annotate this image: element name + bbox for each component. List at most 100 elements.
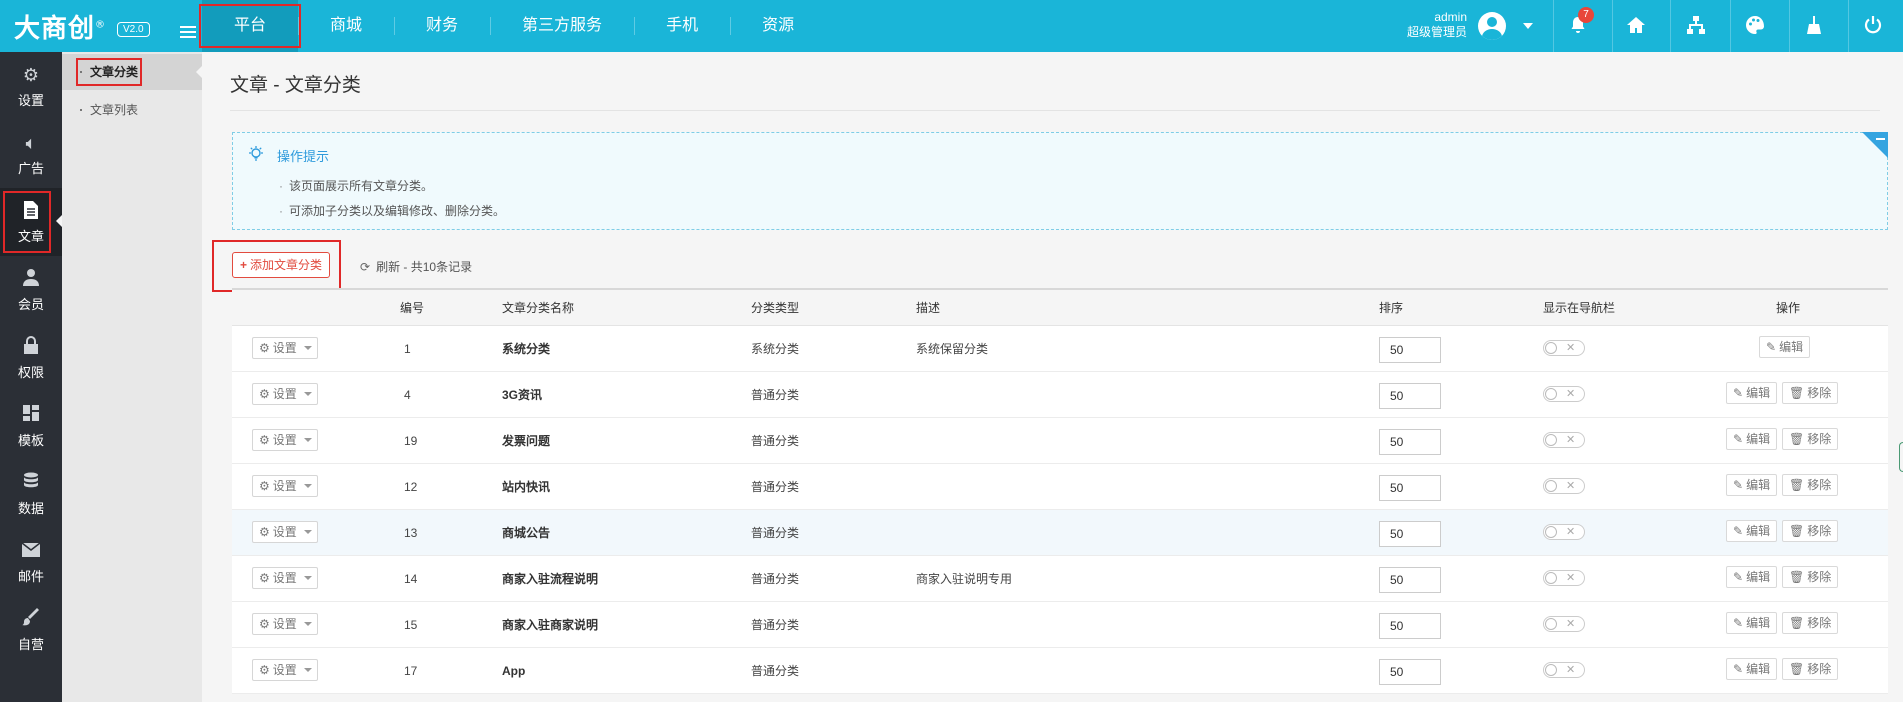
remove-button[interactable]: 🗑︎ 移除 bbox=[1782, 566, 1839, 588]
remove-button[interactable]: 🗑︎ 移除 bbox=[1782, 382, 1839, 404]
chevron-down-icon bbox=[304, 438, 312, 442]
edit-label: 编辑 bbox=[1746, 662, 1771, 676]
settings-label: 设置 bbox=[272, 617, 297, 631]
remove-button[interactable]: 🗑︎ 移除 bbox=[1782, 658, 1839, 680]
show-in-nav-toggle[interactable]: ✕ bbox=[1543, 432, 1585, 448]
nav-mall[interactable]: 商城 bbox=[298, 0, 394, 52]
settings-dropdown[interactable]: ⚙ 设置 bbox=[252, 337, 318, 359]
sort-input[interactable] bbox=[1379, 521, 1441, 547]
user-name: admin bbox=[1434, 10, 1467, 24]
speaker-icon: 🔈︎ bbox=[25, 133, 37, 153]
remove-button[interactable]: 🗑︎ 移除 bbox=[1782, 520, 1839, 542]
edit-button[interactable]: ✎ 编辑 bbox=[1726, 566, 1778, 588]
home-icon[interactable] bbox=[1625, 14, 1647, 36]
nav-platform[interactable]: 平台 bbox=[198, 0, 302, 52]
sidebar-item-settings[interactable]: ⚙ 设置 bbox=[0, 52, 62, 120]
edit-button[interactable]: ✎ 编辑 bbox=[1759, 336, 1811, 358]
collapse-corner[interactable] bbox=[1862, 132, 1888, 158]
subnav-article-category[interactable]: 文章分类 bbox=[62, 54, 202, 90]
toggle-knob bbox=[1545, 664, 1557, 676]
sidebar-item-label: 设置 bbox=[17, 93, 44, 108]
show-in-nav-toggle[interactable]: ✕ bbox=[1543, 524, 1585, 540]
edit-button[interactable]: ✎ 编辑 bbox=[1726, 428, 1778, 450]
settings-dropdown[interactable]: ⚙ 设置 bbox=[252, 383, 318, 405]
toggle-knob bbox=[1545, 526, 1557, 538]
edit-button[interactable]: ✎ 编辑 bbox=[1726, 382, 1778, 404]
show-in-nav-toggle[interactable]: ✕ bbox=[1543, 570, 1585, 586]
page-title: 文章 - 文章分类 bbox=[230, 75, 361, 96]
nav-mobile[interactable]: 手机 bbox=[634, 0, 730, 52]
sort-input[interactable] bbox=[1379, 567, 1441, 593]
sort-input[interactable] bbox=[1379, 659, 1441, 685]
remove-label: 移除 bbox=[1807, 524, 1832, 538]
sort-input[interactable] bbox=[1379, 429, 1441, 455]
close-icon: ✕ bbox=[1566, 480, 1576, 492]
remove-button[interactable]: 🗑︎ 移除 bbox=[1782, 428, 1839, 450]
lightbulb-icon bbox=[247, 145, 265, 163]
settings-dropdown[interactable]: ⚙ 设置 bbox=[252, 521, 318, 543]
toggle-knob bbox=[1545, 618, 1557, 630]
edit-icon: ✎ bbox=[1733, 386, 1744, 400]
avatar[interactable] bbox=[1478, 12, 1506, 40]
header-desc: 描述 bbox=[916, 301, 941, 315]
remove-button[interactable]: 🗑︎ 移除 bbox=[1782, 612, 1839, 634]
power-icon[interactable] bbox=[1862, 14, 1884, 36]
sort-input[interactable] bbox=[1379, 613, 1441, 639]
show-in-nav-toggle[interactable]: ✕ bbox=[1543, 386, 1585, 402]
sidebar-item-mail[interactable]: 邮件 bbox=[0, 528, 62, 596]
settings-dropdown[interactable]: ⚙ 设置 bbox=[252, 659, 318, 681]
edit-label: 编辑 bbox=[1746, 570, 1771, 584]
cell-id: 4 bbox=[404, 388, 411, 402]
sort-input[interactable] bbox=[1379, 383, 1441, 409]
edit-button[interactable]: ✎ 编辑 bbox=[1726, 658, 1778, 680]
sidebar-item-permissions[interactable]: 权限 bbox=[0, 324, 62, 392]
sidebar-item-templates[interactable]: 模板 bbox=[0, 392, 62, 460]
show-in-nav-toggle[interactable]: ✕ bbox=[1543, 340, 1585, 356]
table-row: ⚙设置13商城公告普通分类✕✎编辑🗑︎移除 bbox=[232, 510, 1888, 556]
sitemap-icon[interactable] bbox=[1685, 14, 1707, 36]
sort-input[interactable] bbox=[1379, 337, 1441, 363]
remove-label: 移除 bbox=[1807, 662, 1832, 676]
sidebar-item-ads[interactable]: 🔈︎ 广告 bbox=[0, 120, 62, 188]
sidebar-item-members[interactable]: 会员 bbox=[0, 256, 62, 324]
add-article-category-button[interactable]: + 添加文章分类 bbox=[232, 252, 331, 278]
sidebar-item-label: 数据 bbox=[17, 501, 44, 516]
sort-input[interactable] bbox=[1379, 475, 1441, 501]
logo[interactable]: 大商创® bbox=[14, 8, 106, 45]
sidebar-item-data[interactable]: 数据 bbox=[0, 460, 62, 528]
broom-icon[interactable] bbox=[1803, 14, 1825, 36]
subnav-article-list[interactable]: 文章列表 bbox=[62, 92, 202, 128]
nav-finance[interactable]: 财务 bbox=[394, 0, 490, 52]
show-in-nav-toggle[interactable]: ✕ bbox=[1543, 662, 1585, 678]
user-info[interactable]: admin 超级管理员 bbox=[1393, 10, 1467, 40]
cell-type: 普通分类 bbox=[751, 526, 800, 540]
settings-dropdown[interactable]: ⚙ 设置 bbox=[252, 567, 318, 589]
settings-dropdown[interactable]: ⚙ 设置 bbox=[252, 613, 318, 635]
settings-dropdown[interactable]: ⚙ 设置 bbox=[252, 429, 318, 451]
palette-icon[interactable] bbox=[1744, 14, 1766, 36]
chevron-down-icon bbox=[304, 392, 312, 396]
cell-id: 12 bbox=[404, 480, 418, 494]
refresh-button[interactable]: ⟳ 刷新 - 共10条记录 bbox=[360, 258, 472, 275]
edit-button[interactable]: ✎ 编辑 bbox=[1726, 612, 1778, 634]
table-row: ⚙设置14商家入驻流程说明普通分类商家入驻说明专用✕✎编辑🗑︎移除 bbox=[232, 556, 1888, 602]
close-icon: ✕ bbox=[1566, 526, 1576, 538]
settings-dropdown[interactable]: ⚙ 设置 bbox=[252, 475, 318, 497]
minus-icon bbox=[1876, 138, 1885, 140]
show-in-nav-toggle[interactable]: ✕ bbox=[1543, 478, 1585, 494]
nav-third-party[interactable]: 第三方服务 bbox=[490, 0, 634, 52]
show-in-nav-toggle[interactable]: ✕ bbox=[1543, 616, 1585, 632]
edit-button[interactable]: ✎ 编辑 bbox=[1726, 474, 1778, 496]
trash-icon: 🗑︎ bbox=[1789, 662, 1805, 676]
cell-id: 19 bbox=[404, 434, 418, 448]
chevron-down-icon[interactable] bbox=[1523, 23, 1533, 29]
nav-resources[interactable]: 资源 bbox=[730, 0, 826, 52]
remove-button[interactable]: 🗑︎ 移除 bbox=[1782, 474, 1839, 496]
sidebar-item-article[interactable]: 文章 bbox=[0, 188, 62, 256]
mail-icon bbox=[0, 540, 62, 562]
edit-button[interactable]: ✎ 编辑 bbox=[1726, 520, 1778, 542]
menu-collapse-icon[interactable] bbox=[180, 26, 196, 38]
sidebar-item-self-operated[interactable]: 自营 bbox=[0, 596, 62, 664]
divider bbox=[1789, 0, 1790, 52]
scroll-handle[interactable] bbox=[1899, 442, 1903, 472]
